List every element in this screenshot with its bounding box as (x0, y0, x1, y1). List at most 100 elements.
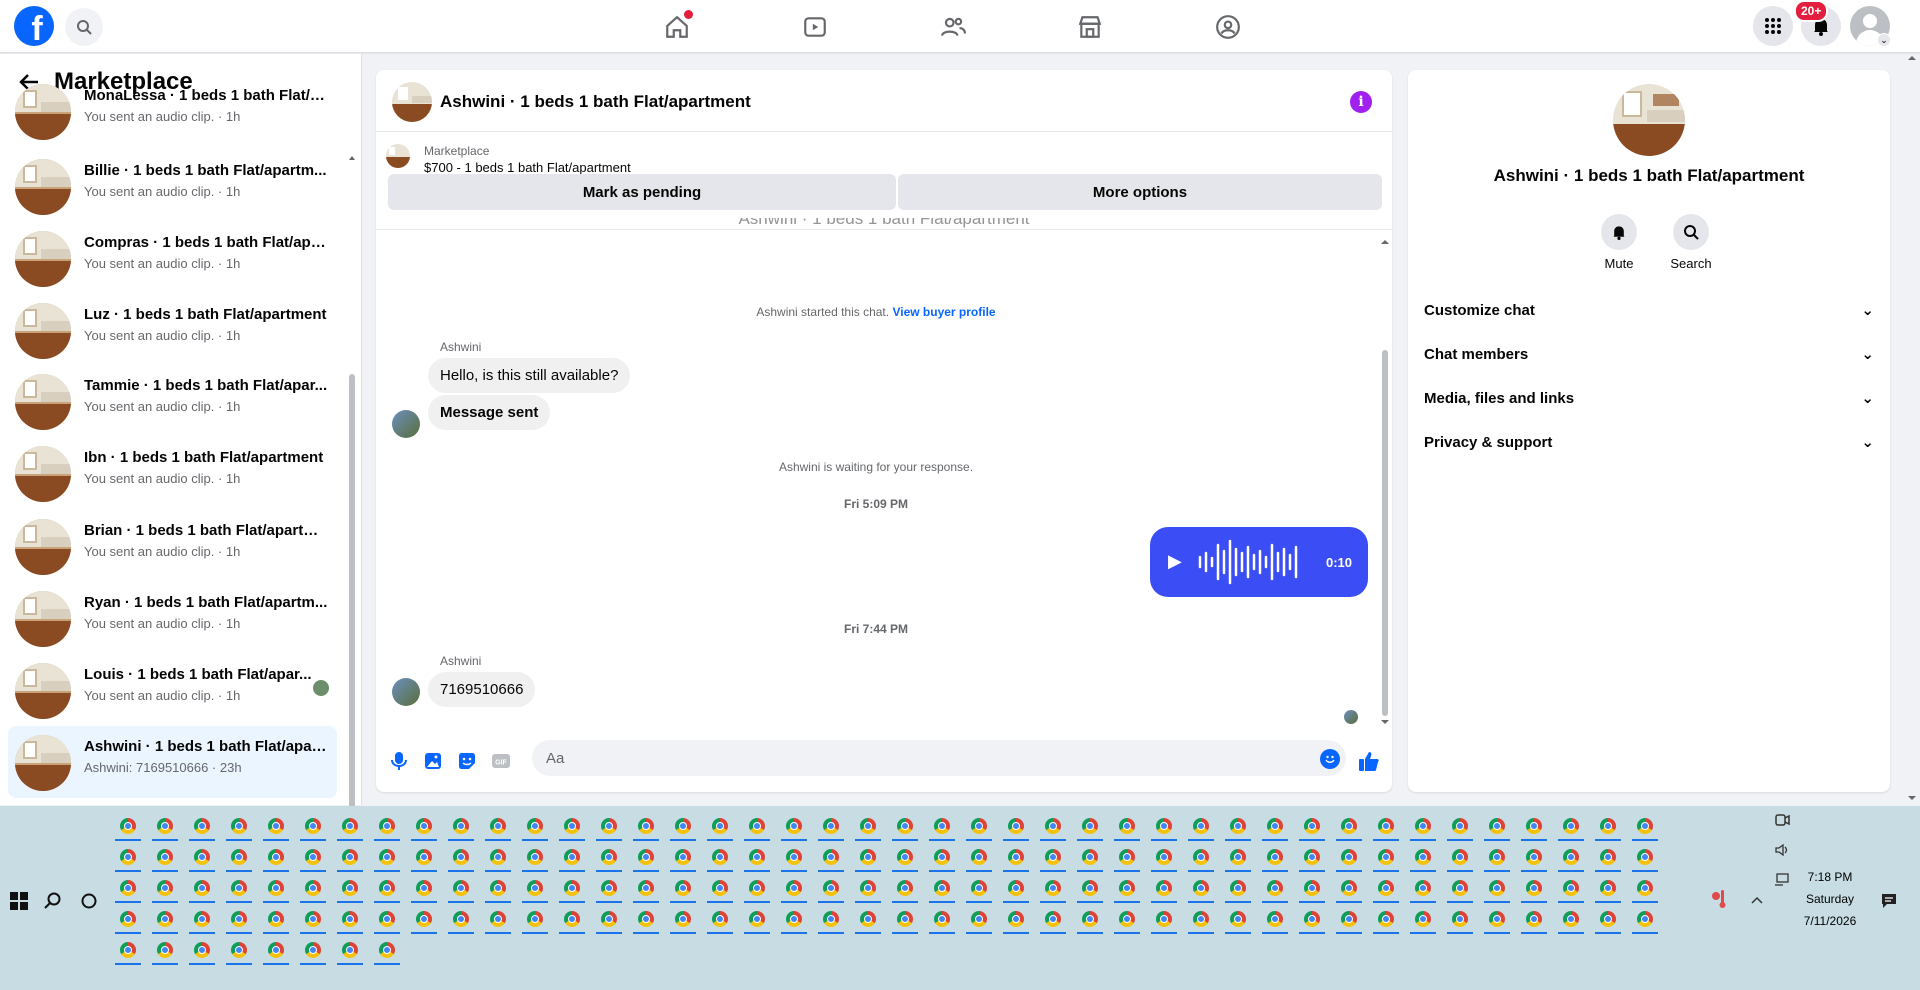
chrome-taskbar-icon[interactable] (120, 911, 136, 927)
more-options-button[interactable]: More options (898, 174, 1382, 210)
chrome-taskbar-icon[interactable] (749, 818, 765, 834)
chrome-taskbar-icon[interactable] (675, 849, 691, 865)
chrome-taskbar-icon[interactable] (1563, 911, 1579, 927)
chrome-taskbar-icon[interactable] (1230, 880, 1246, 896)
sender-avatar[interactable] (392, 410, 420, 438)
chrome-taskbar-icon[interactable] (1489, 818, 1505, 834)
chrome-taskbar-icon[interactable] (1119, 911, 1135, 927)
chrome-taskbar-icon[interactable] (1637, 849, 1653, 865)
chrome-taskbar-icon[interactable] (749, 911, 765, 927)
chrome-taskbar-icon[interactable] (1119, 849, 1135, 865)
taskbar-search-icon[interactable] (44, 892, 62, 910)
chrome-taskbar-icon[interactable] (1637, 880, 1653, 896)
chrome-taskbar-icon[interactable] (786, 818, 802, 834)
chrome-taskbar-icon[interactable] (1563, 880, 1579, 896)
message-bubble[interactable]: Hello, is this still available? (428, 358, 631, 393)
chrome-taskbar-icon[interactable] (897, 911, 913, 927)
chrome-taskbar-icon[interactable] (490, 818, 506, 834)
chrome-taskbar-icon[interactable] (749, 880, 765, 896)
message-bubble[interactable]: Message sent (428, 395, 551, 430)
conversation-item[interactable]: MonaLessa · 1 beds 1 bath Flat/a... You s… (8, 75, 337, 144)
emoji-icon[interactable] (1320, 749, 1340, 769)
chevron-down-icon[interactable]: ⌄ (1877, 33, 1891, 47)
chat-scrollbar[interactable] (1380, 238, 1390, 726)
chrome-taskbar-icon[interactable] (231, 942, 247, 958)
home-icon[interactable] (617, 0, 737, 53)
chrome-taskbar-icon[interactable] (305, 942, 321, 958)
chrome-taskbar-icon[interactable] (194, 942, 210, 958)
chrome-taskbar-icon[interactable] (1119, 880, 1135, 896)
chrome-taskbar-icon[interactable] (1193, 911, 1209, 927)
mute-button[interactable]: Mute (1589, 214, 1649, 271)
chrome-taskbar-icon[interactable] (1045, 880, 1061, 896)
chrome-taskbar-icon[interactable] (638, 911, 654, 927)
chrome-taskbar-icon[interactable] (1415, 818, 1431, 834)
chrome-taskbar-icon[interactable] (971, 911, 987, 927)
chrome-taskbar-icon[interactable] (1045, 849, 1061, 865)
chrome-taskbar-icon[interactable] (1082, 880, 1098, 896)
chrome-taskbar-icon[interactable] (231, 849, 247, 865)
chrome-taskbar-icon[interactable] (527, 880, 543, 896)
chrome-taskbar-icon[interactable] (1156, 911, 1172, 927)
chrome-taskbar-icon[interactable] (157, 818, 173, 834)
chrome-taskbar-icon[interactable] (268, 911, 284, 927)
chrome-taskbar-icon[interactable] (527, 911, 543, 927)
chrome-taskbar-icon[interactable] (675, 880, 691, 896)
chrome-taskbar-icon[interactable] (1304, 911, 1320, 927)
chrome-taskbar-icon[interactable] (786, 880, 802, 896)
chrome-taskbar-icon[interactable] (157, 911, 173, 927)
chrome-taskbar-icon[interactable] (860, 911, 876, 927)
chrome-taskbar-icon[interactable] (934, 911, 950, 927)
chrome-taskbar-icon[interactable] (860, 880, 876, 896)
chrome-taskbar-icon[interactable] (1600, 880, 1616, 896)
action-center-icon[interactable] (1880, 892, 1898, 910)
info-icon[interactable]: i (1350, 91, 1372, 113)
chrome-taskbar-icon[interactable] (749, 849, 765, 865)
chrome-taskbar-icon[interactable] (453, 849, 469, 865)
media-files-links-section[interactable]: Media, files and links ⌄ (1424, 380, 1874, 416)
chrome-taskbar-icon[interactable] (194, 849, 210, 865)
chrome-taskbar-icon[interactable] (1526, 818, 1542, 834)
conversation-item[interactable]: Brian · 1 beds 1 bath Flat/apartm... You … (8, 510, 337, 579)
chrome-taskbar-icon[interactable] (1526, 849, 1542, 865)
chrome-taskbar-icon[interactable] (453, 911, 469, 927)
friends-icon[interactable] (893, 0, 1013, 53)
view-buyer-profile-link[interactable]: View buyer profile (892, 305, 995, 319)
chrome-taskbar-icon[interactable] (860, 818, 876, 834)
chrome-taskbar-icon[interactable] (971, 880, 987, 896)
chrome-taskbar-icon[interactable] (1378, 911, 1394, 927)
listing-thumbnail[interactable] (392, 82, 432, 122)
chrome-taskbar-icon[interactable] (638, 818, 654, 834)
chrome-taskbar-icon[interactable] (453, 818, 469, 834)
chrome-taskbar-icon[interactable] (416, 880, 432, 896)
listing-price-title[interactable]: $700 - 1 beds 1 bath Flat/apartment (424, 160, 631, 175)
chrome-taskbar-icon[interactable] (1119, 818, 1135, 834)
chrome-taskbar-icon[interactable] (601, 880, 617, 896)
chrome-taskbar-icon[interactable] (786, 911, 802, 927)
chrome-taskbar-icon[interactable] (194, 911, 210, 927)
chrome-taskbar-icon[interactable] (1341, 880, 1357, 896)
thumbs-up-icon[interactable] (1358, 750, 1380, 772)
chrome-taskbar-icon[interactable] (194, 880, 210, 896)
chrome-taskbar-icon[interactable] (1082, 818, 1098, 834)
conversation-item[interactable]: Compras · 1 beds 1 bath Flat/apa... You s… (8, 222, 337, 291)
chrome-taskbar-icon[interactable] (342, 942, 358, 958)
chrome-taskbar-icon[interactable] (1489, 849, 1505, 865)
chrome-taskbar-icon[interactable] (157, 942, 173, 958)
conversation-list-scrollbar[interactable] (348, 156, 356, 854)
chrome-taskbar-icon[interactable] (1304, 880, 1320, 896)
chrome-taskbar-icon[interactable] (638, 849, 654, 865)
chrome-taskbar-icon[interactable] (1304, 818, 1320, 834)
conversation-item[interactable]: Billie · 1 beds 1 bath Flat/apartm... You… (8, 150, 337, 219)
chrome-taskbar-icon[interactable] (1452, 880, 1468, 896)
chrome-taskbar-icon[interactable] (601, 849, 617, 865)
chrome-taskbar-icon[interactable] (712, 849, 728, 865)
sender-avatar[interactable] (392, 678, 420, 706)
menu-grid-icon[interactable] (1753, 6, 1793, 46)
chrome-taskbar-icon[interactable] (1526, 911, 1542, 927)
chrome-taskbar-icon[interactable] (194, 818, 210, 834)
chrome-taskbar-icon[interactable] (1637, 818, 1653, 834)
show-hidden-icons-chevron[interactable] (1750, 894, 1764, 908)
chrome-taskbar-icon[interactable] (1267, 880, 1283, 896)
mark-as-pending-button[interactable]: Mark as pending (388, 174, 896, 210)
